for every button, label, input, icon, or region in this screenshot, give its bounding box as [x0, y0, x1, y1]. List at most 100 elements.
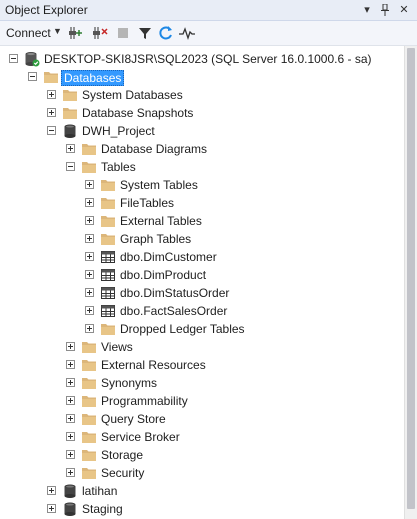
- collapse-icon[interactable]: [47, 126, 56, 135]
- refresh-icon[interactable]: [158, 25, 174, 41]
- tree-node[interactable]: Graph Tables: [0, 230, 405, 248]
- tree-node-label[interactable]: dbo.DimCustomer: [120, 250, 217, 264]
- dropdown-icon[interactable]: ▾: [359, 2, 375, 18]
- panel-title: Object Explorer: [5, 3, 88, 17]
- tree-node[interactable]: System Tables: [0, 176, 405, 194]
- folder-icon: [81, 357, 97, 373]
- tree-node-label[interactable]: Databases: [61, 70, 125, 86]
- expand-icon[interactable]: [85, 252, 94, 261]
- expand-icon[interactable]: [66, 342, 75, 351]
- expand-icon[interactable]: [85, 198, 94, 207]
- tree-node[interactable]: Storage: [0, 446, 405, 464]
- connect-dropdown-icon[interactable]: ▼: [53, 26, 62, 36]
- tree-node-label[interactable]: DESKTOP-SKI8JSR\SQL2023 (SQL Server 16.0…: [44, 52, 372, 66]
- tree-node[interactable]: dbo.FactSalesOrder: [0, 302, 405, 320]
- expand-icon[interactable]: [47, 486, 56, 495]
- tree-node[interactable]: Views: [0, 338, 405, 356]
- expand-icon[interactable]: [85, 180, 94, 189]
- expand-icon[interactable]: [66, 360, 75, 369]
- tree-node-label[interactable]: Graph Tables: [120, 232, 191, 246]
- collapse-icon[interactable]: [66, 162, 75, 171]
- pin-icon[interactable]: [377, 2, 393, 18]
- tree-node-label[interactable]: Database Snapshots: [82, 106, 193, 120]
- tree-node[interactable]: External Tables: [0, 212, 405, 230]
- tree-node-label[interactable]: System Tables: [120, 178, 198, 192]
- tree-node[interactable]: FileTables: [0, 194, 405, 212]
- disconnect-icon[interactable]: [92, 25, 108, 41]
- expand-icon[interactable]: [66, 468, 75, 477]
- expand-icon[interactable]: [85, 324, 94, 333]
- expand-icon[interactable]: [66, 414, 75, 423]
- connect-button[interactable]: Connect: [6, 26, 51, 40]
- tree-node-label[interactable]: Database Diagrams: [101, 142, 207, 156]
- tree-node-label[interactable]: System Databases: [82, 88, 183, 102]
- folder-icon: [81, 159, 97, 175]
- expand-icon[interactable]: [66, 450, 75, 459]
- expand-icon[interactable]: [85, 306, 94, 315]
- expand-icon[interactable]: [85, 234, 94, 243]
- tree-node[interactable]: Synonyms: [0, 374, 405, 392]
- collapse-icon[interactable]: [28, 72, 37, 81]
- tree-node[interactable]: DESKTOP-SKI8JSR\SQL2023 (SQL Server 16.0…: [0, 50, 405, 68]
- stop-icon[interactable]: [115, 25, 131, 41]
- tree-node[interactable]: Database Snapshots: [0, 104, 405, 122]
- tree-node-label[interactable]: Dropped Ledger Tables: [120, 322, 245, 336]
- tree-node-label[interactable]: Programmability: [101, 394, 188, 408]
- expand-icon[interactable]: [85, 288, 94, 297]
- folder-icon: [81, 411, 97, 427]
- tree-node[interactable]: Security: [0, 464, 405, 482]
- activity-monitor-icon[interactable]: [179, 25, 195, 41]
- folder-icon: [81, 465, 97, 481]
- tree-node-label[interactable]: Storage: [101, 448, 143, 462]
- tree-node-label[interactable]: dbo.FactSalesOrder: [120, 304, 227, 318]
- tree-node-label[interactable]: Views: [101, 340, 133, 354]
- tree-node[interactable]: Service Broker: [0, 428, 405, 446]
- tree-node-label[interactable]: External Resources: [101, 358, 206, 372]
- tree-node[interactable]: Tables: [0, 158, 405, 176]
- tree-node-label[interactable]: Tables: [101, 160, 136, 174]
- connect-add-icon[interactable]: [68, 25, 84, 41]
- tree-node-label[interactable]: Staging: [82, 502, 123, 516]
- tree-node[interactable]: Query Store: [0, 410, 405, 428]
- tree-node[interactable]: System Databases: [0, 86, 405, 104]
- tree-node[interactable]: Dropped Ledger Tables: [0, 320, 405, 338]
- scrollbar-thumb[interactable]: [407, 48, 415, 509]
- tree-node[interactable]: Staging: [0, 500, 405, 518]
- expand-icon[interactable]: [66, 378, 75, 387]
- tree-node[interactable]: Databases: [0, 68, 405, 86]
- tree-node-label[interactable]: dbo.DimProduct: [120, 268, 206, 282]
- expand-icon[interactable]: [66, 144, 75, 153]
- tree-node[interactable]: External Resources: [0, 356, 405, 374]
- tree-node-label[interactable]: External Tables: [120, 214, 202, 228]
- expand-icon[interactable]: [47, 90, 56, 99]
- expand-icon[interactable]: [85, 270, 94, 279]
- tree-node-label[interactable]: latihan: [82, 484, 117, 498]
- tree-node-label[interactable]: Synonyms: [101, 376, 157, 390]
- tree-node-label[interactable]: FileTables: [120, 196, 174, 210]
- folder-icon: [62, 105, 78, 121]
- tree-node[interactable]: dbo.DimProduct: [0, 266, 405, 284]
- tree-node-label[interactable]: Query Store: [101, 412, 166, 426]
- database-icon: [62, 483, 78, 499]
- expand-icon[interactable]: [47, 108, 56, 117]
- tree-node[interactable]: Programmability: [0, 392, 405, 410]
- tree-node-label[interactable]: Service Broker: [101, 430, 180, 444]
- expand-icon[interactable]: [66, 432, 75, 441]
- object-explorer-tree[interactable]: DESKTOP-SKI8JSR\SQL2023 (SQL Server 16.0…: [0, 46, 405, 519]
- vertical-scrollbar[interactable]: [404, 46, 417, 519]
- folder-icon: [100, 195, 116, 211]
- tree-node[interactable]: dbo.DimStatusOrder: [0, 284, 405, 302]
- tree-node-label[interactable]: DWH_Project: [82, 124, 155, 138]
- tree-node-label[interactable]: Security: [101, 466, 144, 480]
- tree-node[interactable]: dbo.DimCustomer: [0, 248, 405, 266]
- filter-icon[interactable]: [137, 25, 153, 41]
- tree-node-label[interactable]: dbo.DimStatusOrder: [120, 286, 229, 300]
- expand-icon[interactable]: [66, 396, 75, 405]
- collapse-icon[interactable]: [9, 54, 18, 63]
- tree-node[interactable]: Database Diagrams: [0, 140, 405, 158]
- tree-node[interactable]: latihan: [0, 482, 405, 500]
- close-icon[interactable]: ✕: [396, 2, 412, 18]
- tree-node[interactable]: DWH_Project: [0, 122, 405, 140]
- expand-icon[interactable]: [47, 504, 56, 513]
- expand-icon[interactable]: [85, 216, 94, 225]
